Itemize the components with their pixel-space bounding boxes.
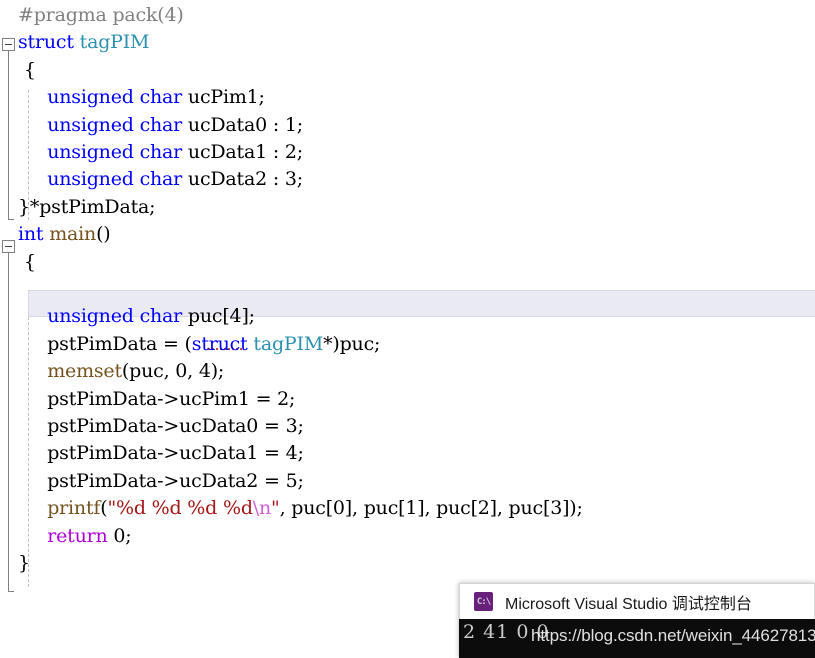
code-line[interactable]: pstPimData->ucData0 = 3; [0, 413, 815, 440]
code-line[interactable]: memset(puc, 0, 4); [0, 358, 815, 385]
console-window-title: Microsoft Visual Studio 调试控制台 [505, 595, 752, 613]
code-line[interactable]: struct tagPIM [0, 29, 815, 56]
code-token-plain: pstPimData->ucPim1 = 2; [18, 387, 296, 410]
code-token-plain: }*pstPimData; [18, 195, 156, 218]
code-token-fn: main [49, 223, 97, 246]
code-line-text: { [18, 249, 36, 276]
code-token-plain: pstPimData->ucData1 = 4; [18, 442, 304, 465]
watermark-url: https://blog.csdn.net/weixin_44627813 [531, 626, 815, 645]
code-line[interactable]: pstPimData->ucData1 = 4; [0, 440, 815, 467]
code-token-kw: unsigned [47, 168, 134, 191]
code-line[interactable]: } [0, 550, 815, 577]
code-line-text: } [18, 550, 30, 577]
code-line-text: unsigned char ucData2 : 3; [18, 166, 303, 193]
code-token-kw: unsigned [47, 141, 134, 163]
code-token-plain: ucData1 : 2; [182, 141, 303, 163]
code-token-plain: ucData0 : 1; [182, 113, 303, 136]
code-token-kw: char [139, 113, 183, 136]
console-app-icon: C:\ [474, 592, 493, 611]
code-token-plain: pstPimData = ( [18, 332, 192, 355]
code-token-fn: memset [47, 360, 122, 383]
code-token-plain: ucPim1; [182, 86, 265, 109]
code-token-kw: unsigned [47, 305, 134, 328]
code-token-plain: ucData2 : 3; [182, 168, 303, 191]
code-token-kw: int [18, 223, 44, 246]
code-token-ctl: return [47, 524, 108, 547]
code-line-text: #pragma pack(4) [18, 2, 184, 29]
code-token-str: "%d %d %d %d [107, 497, 253, 520]
code-token-plain: { [18, 250, 36, 273]
code-line-text: unsigned char ucData1 : 2; [18, 139, 303, 166]
code-token-plain: pstPimData->ucData2 = 5; [18, 469, 304, 492]
code-line-text: memset(puc, 0, 4); [18, 358, 224, 385]
code-token-plain: , puc[0], puc[1], puc[2], puc[3]); [279, 497, 583, 520]
code-token-plain: { [18, 58, 36, 81]
code-line[interactable]: pstPimData->ucPim1 = 2; [0, 386, 815, 413]
code-line[interactable]: #pragma pack(4) [0, 2, 815, 29]
code-line[interactable]: unsigned char ucData0 : 1; [0, 112, 815, 139]
code-line-text: pstPimData->ucData1 = 4; [18, 440, 304, 467]
code-token-kw: char [139, 305, 183, 328]
code-line[interactable]: { [0, 249, 815, 276]
code-token-kw: char [139, 141, 183, 163]
code-token-plain: puc[4]; [182, 305, 255, 328]
code-token-kw: char [139, 86, 183, 109]
code-line[interactable] [0, 276, 815, 303]
code-editor-surface[interactable]: #pragma pack(4) struct tagPIM { unsigned … [0, 0, 815, 658]
code-line-text: pstPimData->ucData0 = 3; [18, 413, 304, 440]
code-line-text: return 0; [18, 523, 131, 550]
code-token-plain: () [96, 223, 111, 246]
code-token-type: tagPIM [79, 31, 150, 54]
code-token-kw: struct [191, 332, 248, 355]
code-token-esc: \n [252, 497, 272, 520]
code-line-text: }*pstPimData; [18, 194, 156, 221]
code-line[interactable]: return 0; [0, 523, 815, 550]
code-token-plain: pstPimData->ucData0 = 3; [18, 415, 304, 437]
code-token-fn: printf [47, 497, 101, 520]
code-line[interactable]: pstPimData = (struct tagPIM*)puc; [0, 331, 815, 358]
console-title-bar[interactable]: C:\ Microsoft Visual Studio 调试控制台 [459, 583, 815, 619]
code-token-kw: struct [18, 31, 74, 54]
code-line-text: pstPimData->ucPim1 = 2; [18, 386, 295, 413]
code-line[interactable]: unsigned char ucData1 : 2; [0, 139, 815, 166]
code-line[interactable]: printf("%d %d %d %d\n", puc[0], puc[1], … [0, 495, 815, 522]
code-line[interactable]: int main() [0, 221, 815, 248]
code-line-text: struct tagPIM [18, 29, 150, 56]
outline-elbow-main [8, 591, 14, 592]
code-line-text: unsigned char ucData0 : 1; [18, 112, 303, 139]
code-token-kw: unsigned [47, 86, 134, 109]
code-token-plain: (puc, 0, 4); [121, 360, 225, 383]
code-token-kw: unsigned [47, 113, 134, 136]
code-token-plain: *)puc; [323, 332, 381, 355]
code-line-text: unsigned char ucPim1; [18, 84, 265, 111]
code-line[interactable]: pstPimData->ucData2 = 5; [0, 468, 815, 495]
code-line[interactable]: unsigned char ucData2 : 3; [0, 166, 815, 193]
code-line[interactable]: unsigned char ucPim1; [0, 84, 815, 111]
code-token-kw: char [139, 168, 183, 191]
code-line-text: pstPimData = (struct tagPIM*)puc; [18, 331, 380, 358]
code-line-text: { [18, 57, 36, 84]
code-line[interactable]: }*pstPimData; [0, 194, 815, 221]
code-line-text: unsigned char puc[4]; [18, 303, 255, 330]
code-token-plain: } [18, 552, 30, 574]
code-token-pp: #pragma pack(4) [18, 4, 184, 26]
code-line[interactable]: { [0, 57, 815, 84]
debug-console-window[interactable]: C:\ Microsoft Visual Studio 调试控制台 2 41 0… [459, 583, 815, 658]
code-line[interactable]: unsigned char puc[4]; [0, 303, 815, 330]
code-token-type: tagPIM [253, 332, 324, 355]
code-token-str: " [271, 497, 280, 520]
code-line-text: int main() [18, 221, 111, 248]
code-line-text: pstPimData->ucData2 = 5; [18, 468, 304, 495]
code-token-plain: 0; [107, 524, 132, 547]
code-line-text: printf("%d %d %d %d\n", puc[0], puc[1], … [18, 495, 583, 522]
